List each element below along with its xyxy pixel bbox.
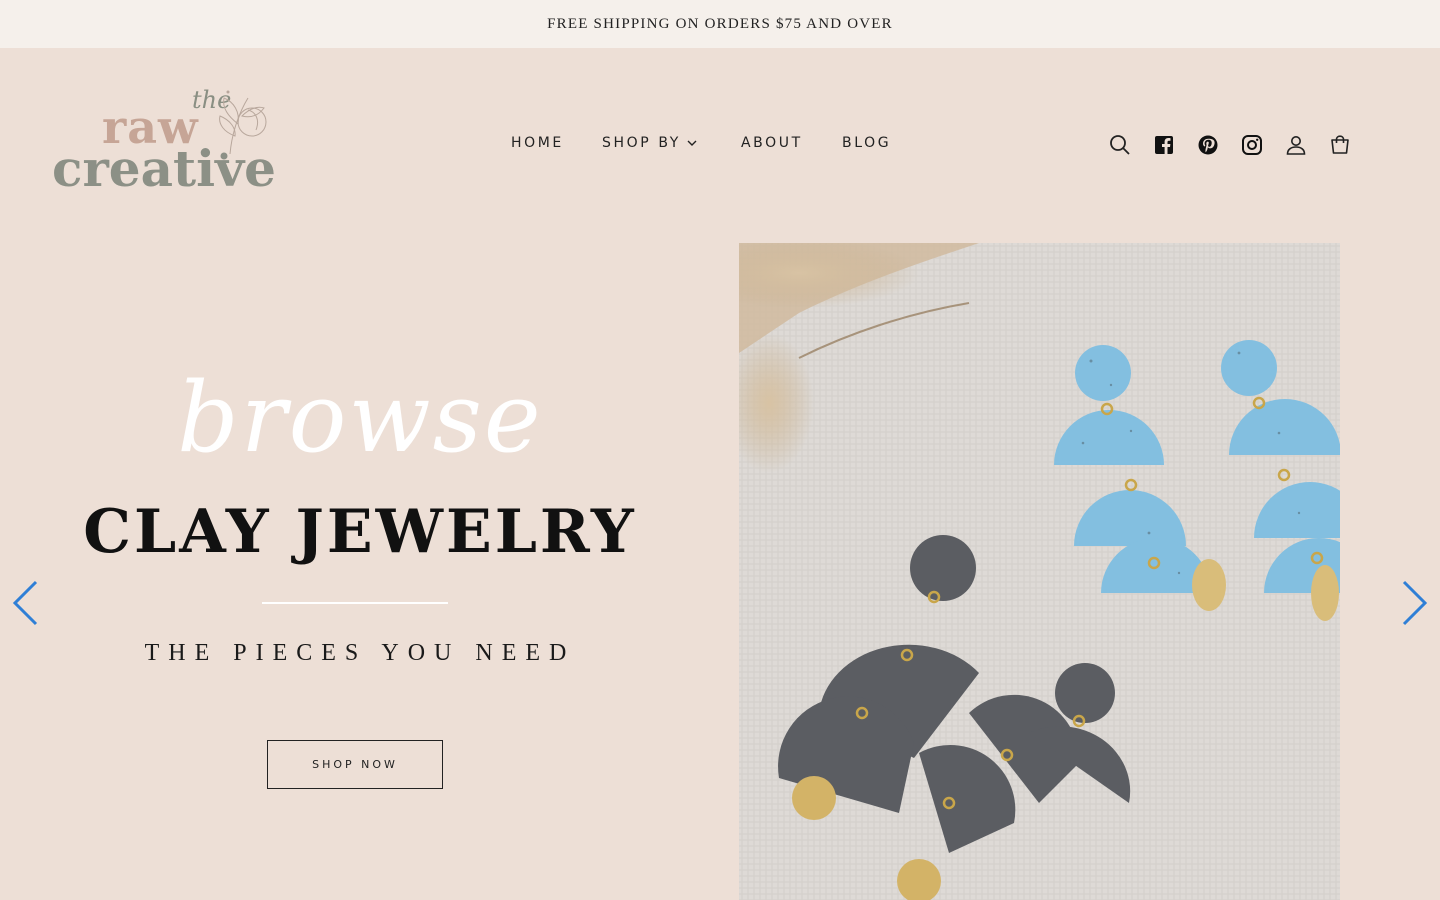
site-header: the raw creative HOME SHOP BY ABOUT BLOG [0,48,1440,243]
nav-blog[interactable]: BLOG [842,135,891,151]
shop-now-label: SHOP NOW [312,758,398,771]
brand-logo[interactable]: the raw creative [52,86,292,198]
shop-now-button[interactable]: SHOP NOW [267,740,443,789]
nav-shop-by[interactable]: SHOP BY [602,135,697,151]
nav-home[interactable]: HOME [511,135,564,151]
search-icon[interactable] [1108,133,1132,157]
facebook-icon[interactable] [1152,133,1176,157]
nav-shop-by-label: SHOP BY [602,135,681,151]
nav-about[interactable]: ABOUT [741,135,803,151]
clay-earrings-illustration [739,243,1340,900]
announcement-text: FREE SHIPPING ON ORDERS $75 AND OVER [547,15,893,32]
logo-botanical-icon [219,90,267,160]
hero-headline: CLAY JEWELRY [83,497,637,567]
nav-blog-label: BLOG [842,135,892,151]
hero-script-word: browse [177,362,543,474]
hero-tagline: THE PIECES YOU NEED [144,640,576,666]
announcement-bar: FREE SHIPPING ON ORDERS $75 AND OVER [0,0,1440,48]
hero-product-image [739,243,1340,900]
chevron-down-icon [687,137,697,150]
instagram-icon[interactable] [1240,133,1264,157]
chevron-right-icon[interactable] [1399,580,1429,626]
nav-about-label: ABOUT [741,135,803,151]
hero-divider [262,602,448,604]
account-icon[interactable] [1284,133,1308,157]
cart-icon[interactable] [1328,133,1352,157]
pinterest-icon[interactable] [1196,133,1220,157]
chevron-left-icon[interactable] [11,580,41,626]
nav-home-label: HOME [511,135,564,151]
